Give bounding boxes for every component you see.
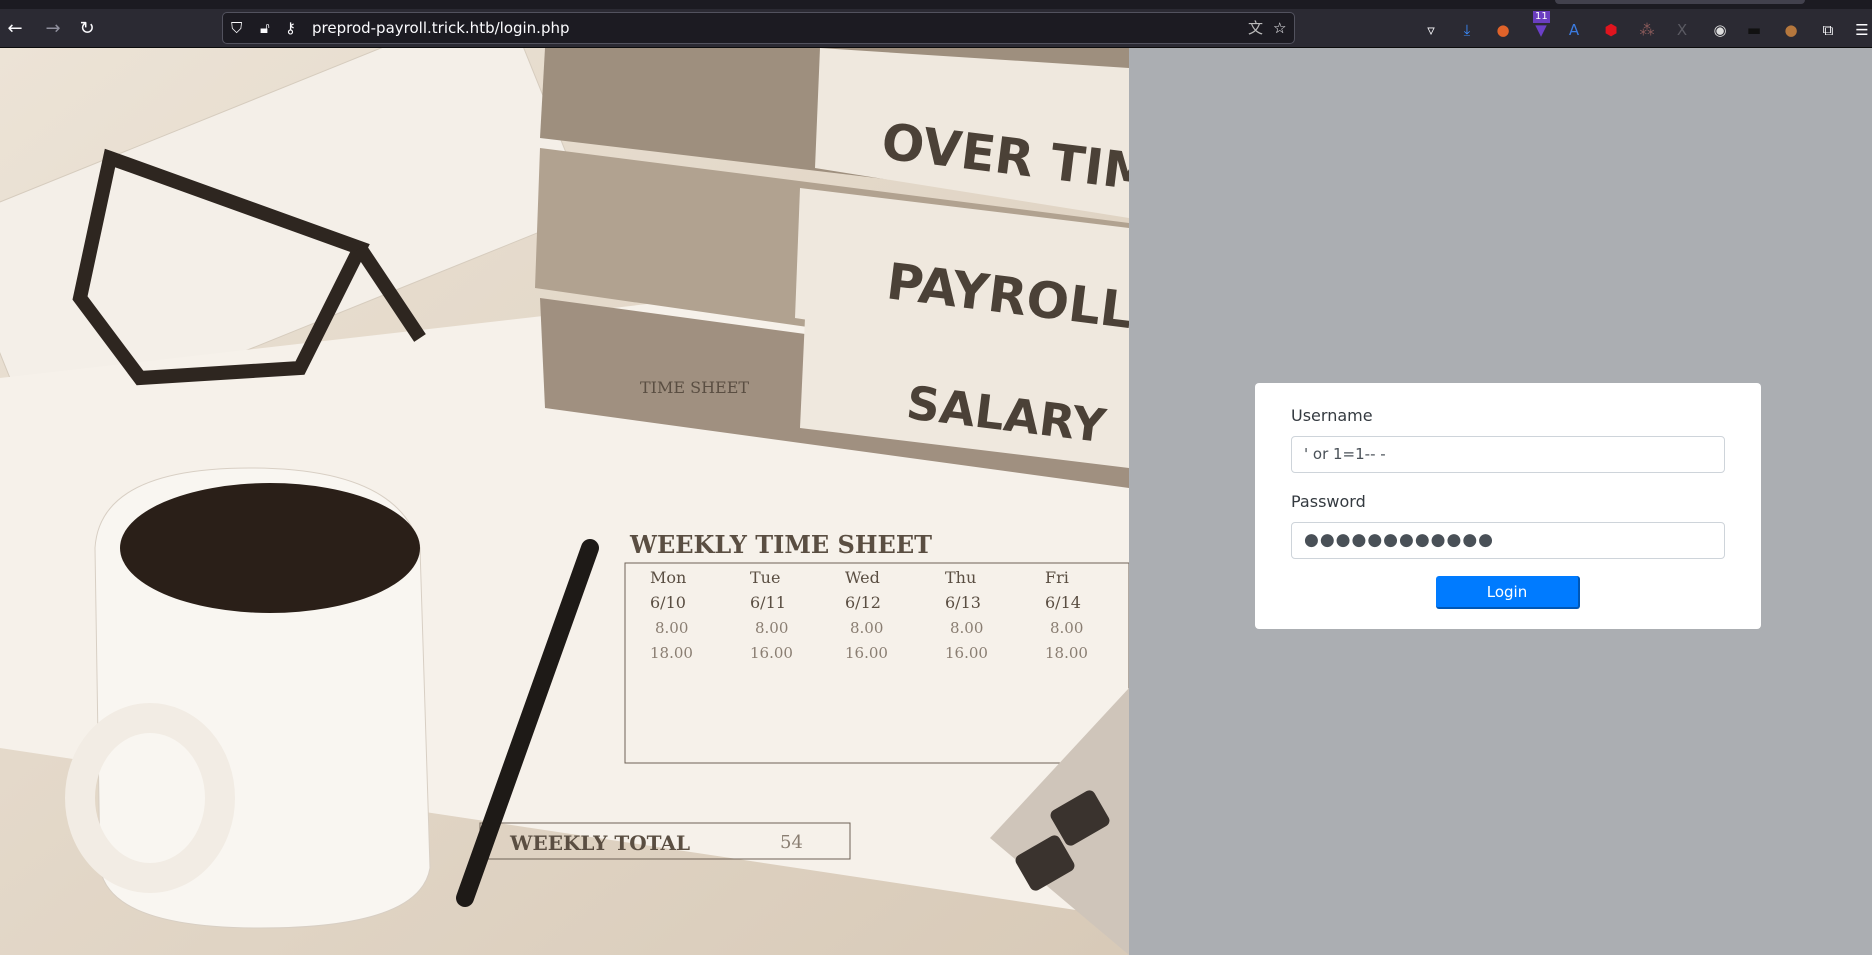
extension-x-icon[interactable]: X [1672, 20, 1692, 40]
payroll-photo-illustration: OVER TIME PAYROLL SALARY TIME SHEET WEEK… [0, 48, 1129, 955]
extension-badge-count: 11 [1533, 11, 1550, 23]
day: Tue [750, 568, 780, 587]
date: 6/13 [945, 593, 981, 612]
extension-goggles-icon[interactable]: ◉ [1710, 20, 1730, 40]
password-input[interactable]: ●●●●●●●●●●●● [1291, 522, 1725, 559]
day: Mon [650, 568, 686, 587]
time-in: 8.00 [755, 619, 788, 637]
time-in: 8.00 [1050, 619, 1083, 637]
login-button[interactable]: Login [1436, 576, 1580, 609]
coffee-cup [65, 467, 431, 929]
cookie-icon[interactable]: ● [1781, 20, 1801, 40]
login-card: Username ' or 1=1-- - Password ●●●●●●●●●… [1255, 383, 1761, 629]
extension-hat-icon[interactable]: ▬ [1744, 20, 1764, 40]
time-out: 16.00 [845, 644, 888, 662]
day: Wed [845, 568, 880, 587]
time-out: 18.00 [1045, 644, 1088, 662]
translator-icon[interactable]: A [1564, 20, 1584, 40]
extension-dots-icon[interactable]: ⁂ [1637, 20, 1657, 40]
bookmark-star-icon[interactable]: ☆ [1273, 17, 1286, 39]
translate-icon[interactable]: 文 [1248, 17, 1263, 39]
day: Thu [945, 568, 976, 587]
weekly-sheet-title: WEEKLY TIME SHEET [629, 530, 932, 559]
background-photo: OVER TIME PAYROLL SALARY TIME SHEET WEEK… [0, 48, 1129, 955]
day: Fri [1045, 568, 1069, 587]
address-bar[interactable]: ⛉ 🔓︎ ⚷ preprod-payroll.trick.htb/login.p… [222, 12, 1295, 44]
time-in: 8.00 [850, 619, 883, 637]
tab-strip [0, 0, 1872, 9]
download-icon[interactable]: ⤓ [1457, 20, 1477, 40]
reload-button[interactable]: ↻ [75, 17, 99, 41]
username-input[interactable]: ' or 1=1-- - [1291, 436, 1725, 473]
pocket-icon[interactable]: ▿ [1421, 20, 1441, 40]
time-out: 18.00 [650, 644, 693, 662]
time-out: 16.00 [945, 644, 988, 662]
key-icon[interactable]: ⚷ [285, 17, 296, 39]
insecure-lock-icon[interactable]: 🔓︎ [260, 17, 270, 39]
browser-toolbar: ← → ↻ ⛉ 🔓︎ ⚷ preprod-payroll.trick.htb/l… [0, 9, 1872, 48]
weekly-total-value: 54 [780, 832, 803, 853]
url-text[interactable]: preprod-payroll.trick.htb/login.php [312, 19, 570, 37]
extension-badge-icon[interactable]: ▼ 11 [1531, 11, 1551, 40]
weekly-total-label: WEEKLY TOTAL [509, 831, 690, 855]
username-label: Username [1291, 406, 1373, 425]
time-out: 16.00 [750, 644, 793, 662]
shield-icon[interactable]: ⛉ [231, 17, 242, 39]
date: 6/12 [845, 593, 881, 612]
date: 6/10 [650, 593, 686, 612]
menu-icon[interactable]: ☰ [1852, 20, 1872, 40]
date: 6/11 [750, 593, 786, 612]
extension-fox-icon[interactable]: ● [1493, 20, 1513, 40]
back-button[interactable]: ← [3, 17, 27, 41]
time-sheet-title: TIME SHEET [640, 378, 749, 397]
date: 6/14 [1045, 593, 1081, 612]
password-label: Password [1291, 492, 1366, 511]
forward-button[interactable]: → [41, 17, 65, 41]
time-in: 8.00 [950, 619, 983, 637]
browser-tab[interactable] [1555, 0, 1805, 4]
extensions-puzzle-icon[interactable]: ⧉ [1818, 20, 1838, 40]
adblock-icon[interactable]: ⬢ [1601, 20, 1621, 40]
time-in: 8.00 [655, 619, 688, 637]
